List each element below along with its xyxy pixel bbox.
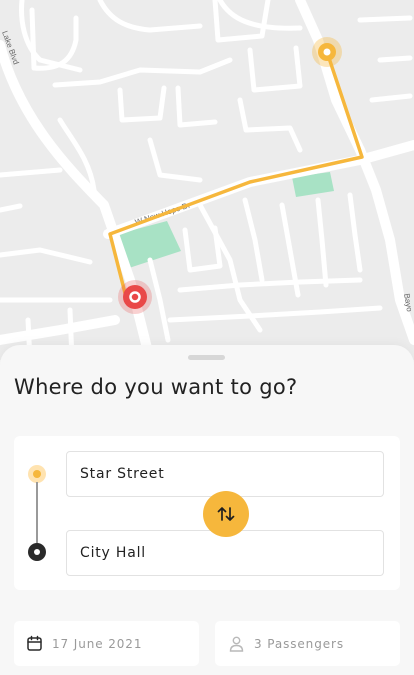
map-view[interactable]: W New Hope Dr Lake Blvd Bayo <box>0 0 414 365</box>
destination-dot-icon <box>28 543 46 561</box>
date-value: 17 June 2021 <box>52 636 143 651</box>
route-connector <box>36 482 38 544</box>
calendar-icon <box>27 635 42 651</box>
route-card: Star Street City Hall <box>14 436 400 590</box>
sheet-drag-handle[interactable] <box>188 355 225 360</box>
swap-arrows-icon <box>217 507 235 521</box>
map-canvas: W New Hope Dr Lake Blvd Bayo <box>0 0 414 365</box>
date-picker[interactable]: 17 June 2021 <box>14 621 199 666</box>
destination-marker-icon[interactable] <box>118 280 152 314</box>
person-icon <box>229 636 244 652</box>
destination-value: City Hall <box>80 545 146 561</box>
origin-value: Star Street <box>80 466 165 482</box>
trip-sheet: Where do you want to go? Star Street Cit… <box>0 345 414 675</box>
origin-dot-icon <box>28 465 46 483</box>
passengers-picker[interactable]: 3 Passengers <box>215 621 400 666</box>
sheet-heading: Where do you want to go? <box>14 375 298 399</box>
origin-marker-icon[interactable] <box>312 37 342 67</box>
swap-locations-button[interactable] <box>203 491 249 537</box>
passengers-value: 3 Passengers <box>254 636 344 651</box>
